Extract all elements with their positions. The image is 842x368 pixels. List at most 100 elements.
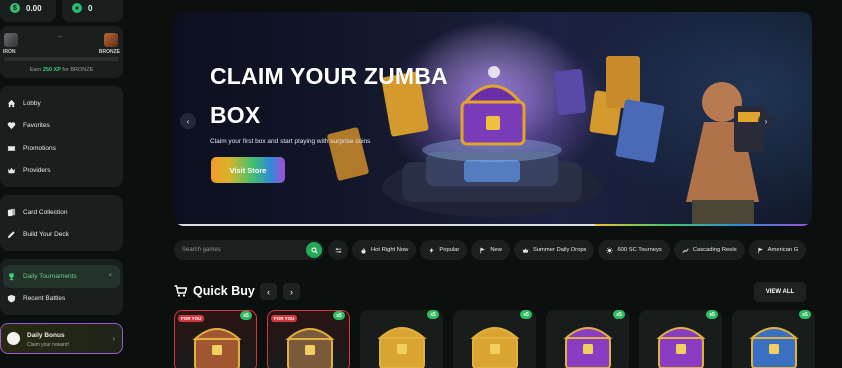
trophy-icon <box>9 273 14 280</box>
quick-buy-header: Quick Buy ‹ › VIEW ALL <box>174 282 806 302</box>
filter-600-sc-tourneys[interactable]: 600 SC Tourneys <box>598 240 670 260</box>
nav-build-deck-label: Build Your Deck <box>23 231 69 239</box>
banner-subtitle: Claim your first box and start playing w… <box>210 138 371 145</box>
search-button[interactable] <box>306 242 322 258</box>
rank-progress-panel: IRON -- BRONZE Earn 250 XP for BRONZE <box>0 26 123 78</box>
flag-icon <box>758 247 763 253</box>
rank-progress-bar <box>4 57 119 61</box>
filter-popular[interactable]: Popular <box>420 240 468 260</box>
quick-buy-card[interactable]: FOR YOU x5 <box>267 310 350 368</box>
sweeps-coin-value: 0 <box>88 3 93 13</box>
cards-icon <box>7 208 16 216</box>
filter-label: Popular <box>439 247 460 253</box>
nav-providers[interactable]: Providers <box>0 160 123 183</box>
nav-promotions-label: Promotions <box>23 144 56 152</box>
filter-bar: Search games Hot Right Now Popular New S… <box>174 240 842 260</box>
main-nav: Lobby Favorites Promotions Providers <box>0 86 123 187</box>
filter-label: American G <box>767 247 799 253</box>
xp-hint-suffix: for BRONZE <box>62 67 94 73</box>
flag-icon <box>480 247 486 253</box>
search-icon <box>310 246 318 254</box>
events-nav: Daily Tournaments × Recent Battles <box>0 259 123 315</box>
crown-icon <box>7 168 16 174</box>
quick-buy-list: FOR YOU x5 FOR YOU x5 x5 x5 x5 x5 x5 <box>174 310 842 368</box>
ticket-icon <box>7 146 16 151</box>
filter-new[interactable]: New <box>471 240 510 260</box>
filter-label: Summer Daily Drops <box>532 247 587 253</box>
pencil-icon <box>7 231 15 239</box>
nav-card-collection-label: Card Collection <box>23 208 68 216</box>
main-content: CLAIM YOUR ZUMBA BOX Claim your first bo… <box>168 0 842 368</box>
filter-american-g[interactable]: American G <box>748 240 807 260</box>
search-input[interactable]: Search games <box>174 240 324 260</box>
slide-progress-fill <box>174 224 596 226</box>
chest-icon <box>470 327 520 368</box>
quick-buy-card[interactable]: x5 <box>732 310 815 368</box>
quick-buy-card[interactable]: x5 <box>546 310 629 368</box>
xp-hint: Earn 250 XP for BRONZE <box>0 67 123 73</box>
chest-icon <box>656 327 706 368</box>
promo-banner[interactable]: CLAIM YOUR ZUMBA BOX Claim your first bo… <box>174 12 812 226</box>
nav-daily-tournaments[interactable]: Daily Tournaments × <box>3 265 120 288</box>
chest-icon <box>377 327 427 368</box>
sweeps-coin-balance[interactable]: ● 0 <box>62 0 123 22</box>
search-placeholder: Search games <box>182 247 221 253</box>
banner-slide-progress <box>174 224 812 226</box>
filter-cascading-reels[interactable]: Cascading Reels <box>673 240 745 260</box>
cards-nav: Card Collection Build Your Deck <box>0 195 123 251</box>
rank-separator: -- <box>58 34 63 41</box>
quick-buy-title: Quick Buy <box>193 284 255 298</box>
filter-label: Cascading Reels <box>692 247 737 253</box>
close-icon[interactable]: × <box>108 273 112 279</box>
filter-summer-daily-drops[interactable]: Summer Daily Drops <box>513 240 595 260</box>
daily-bonus-subtitle: Claim your reward! <box>27 342 69 348</box>
chest-icon <box>563 327 613 368</box>
quick-buy-prev-button[interactable]: ‹ <box>260 283 277 300</box>
quick-buy-card[interactable]: x5 <box>360 310 443 368</box>
nav-build-deck[interactable]: Build Your Deck <box>0 224 123 247</box>
nav-favorites[interactable]: Favorites <box>0 115 123 138</box>
visit-store-button[interactable]: Visit Store <box>211 157 285 183</box>
nav-providers-label: Providers <box>23 167 51 175</box>
quick-buy-card[interactable]: FOR YOU x5 <box>174 310 257 368</box>
banner-next-button[interactable]: › <box>758 113 774 129</box>
banner-prev-button[interactable]: ‹ <box>180 113 196 129</box>
quick-buy-card[interactable]: x5 <box>453 310 536 368</box>
next-rank-label: BRONZE <box>98 49 120 55</box>
bolt-icon <box>429 247 434 253</box>
xp-hint-prefix: Earn <box>29 67 42 73</box>
sliders-icon <box>335 247 341 253</box>
iron-rank-icon <box>4 33 18 47</box>
gold-coin-balance[interactable]: $ 0.00 <box>0 0 56 22</box>
gold-coin-value: 0.00 <box>26 3 42 13</box>
heart-icon <box>7 122 16 130</box>
trend-icon <box>682 247 689 253</box>
nav-lobby[interactable]: Lobby <box>0 92 123 115</box>
daily-bonus-button[interactable]: Daily Bonus Claim your reward! › <box>0 323 123 354</box>
quick-buy-next-button[interactable]: › <box>283 283 300 300</box>
current-rank-label: IRON <box>3 49 16 55</box>
view-all-button[interactable]: VIEW ALL <box>754 282 806 302</box>
shield-icon <box>7 295 16 303</box>
filter-hot-right-now[interactable]: Hot Right Now <box>352 240 417 260</box>
chest-icon <box>749 327 799 368</box>
home-icon <box>7 99 16 107</box>
crown-icon <box>522 247 529 253</box>
filter-label: 600 SC Tourneys <box>617 247 662 253</box>
xp-hint-amount: 250 XP <box>42 67 61 73</box>
sidebar: $ 0.00 ● 0 IRON -- BRONZE Earn 250 XP fo… <box>0 0 168 368</box>
chest-icon <box>192 328 242 368</box>
filter-label: Hot Right Now <box>371 247 409 253</box>
chest-icon <box>285 328 335 368</box>
nav-card-collection[interactable]: Card Collection <box>0 201 123 224</box>
nav-daily-tournaments-label: Daily Tournaments <box>23 272 77 280</box>
nav-promotions[interactable]: Promotions <box>0 137 123 160</box>
slide-progress-rainbow <box>595 224 812 226</box>
flame-icon <box>7 332 20 345</box>
nav-recent-battles[interactable]: Recent Battles <box>0 288 123 311</box>
filter-label: New <box>490 247 502 253</box>
quick-buy-card[interactable]: x5 <box>639 310 722 368</box>
chevron-right-icon: › <box>112 334 115 343</box>
daily-bonus-title: Daily Bonus <box>27 332 65 339</box>
filter-settings-button[interactable] <box>328 240 348 260</box>
